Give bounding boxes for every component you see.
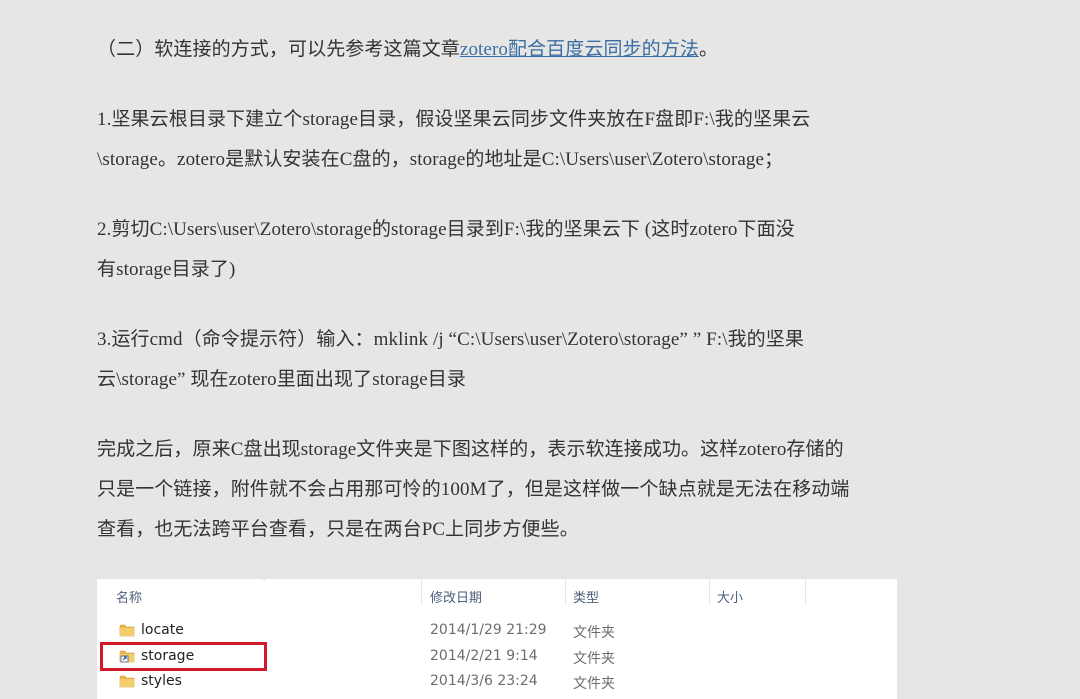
step-1-paragraph: 1.坚果云根目录下建立个storage目录，假设坚果云同步文件夹放在F盘即F:\… bbox=[97, 100, 897, 180]
step-3-paragraph: 3.运行cmd（命令提示符）输入：mklink /j “C:\Users\use… bbox=[97, 320, 897, 400]
file-type: 文件夹 bbox=[573, 676, 615, 692]
folder-icon bbox=[119, 675, 135, 688]
folder-icon bbox=[119, 624, 135, 637]
intro-suffix: 。 bbox=[698, 39, 719, 60]
column-divider[interactable] bbox=[805, 579, 806, 605]
column-divider[interactable] bbox=[709, 579, 710, 605]
step-2-paragraph: 2.剪切C:\Users\user\Zotero\storage的storage… bbox=[97, 210, 897, 290]
conclusion-line-1: 完成之后，原来C盘出现storage文件夹是下图这样的，表示软连接成功。这样zo… bbox=[97, 439, 844, 460]
file-name: locate bbox=[141, 622, 184, 638]
step-3-line-1: 3.运行cmd（命令提示符）输入：mklink /j “C:\Users\use… bbox=[97, 329, 804, 350]
conclusion-line-2: 只是一个链接，附件就不会占用那可怜的100M了，但是这样做一个缺点就是无法在移动… bbox=[97, 479, 850, 500]
file-modified: 2014/1/29 21:29 bbox=[430, 622, 547, 638]
file-row-styles[interactable]: styles 2014/3/6 23:24 文件夹 bbox=[97, 670, 897, 694]
column-type-header[interactable]: 类型 bbox=[573, 587, 599, 606]
step-2-line-2: 有storage目录了) bbox=[97, 259, 236, 280]
conclusion-paragraph: 完成之后，原来C盘出现storage文件夹是下图这样的，表示软连接成功。这样zo… bbox=[97, 430, 897, 550]
storage-highlight-box bbox=[100, 642, 267, 671]
explorer-screenshot: ˄ 名称 修改日期 类型 大小 locate 2014/1/29 21:29 文… bbox=[97, 579, 897, 699]
file-name: styles bbox=[141, 673, 182, 689]
step-1-line-1: 1.坚果云根目录下建立个storage目录，假设坚果云同步文件夹放在F盘即F:\… bbox=[97, 109, 811, 130]
column-divider[interactable] bbox=[421, 579, 422, 605]
file-modified: 2014/3/6 23:24 bbox=[430, 673, 538, 689]
file-modified: 2014/2/21 9:14 bbox=[430, 648, 538, 664]
file-row-locate[interactable]: locate 2014/1/29 21:29 文件夹 bbox=[97, 619, 897, 643]
column-name-header[interactable]: 名称 bbox=[116, 587, 142, 606]
file-type: 文件夹 bbox=[573, 625, 615, 641]
column-modified-header[interactable]: 修改日期 bbox=[430, 587, 482, 606]
step-2-line-1: 2.剪切C:\Users\user\Zotero\storage的storage… bbox=[97, 219, 795, 240]
conclusion-line-3: 查看，也无法跨平台查看，只是在两台PC上同步方便些。 bbox=[97, 519, 579, 540]
step-3-line-2: 云\storage” 现在zotero里面出现了storage目录 bbox=[97, 369, 466, 390]
step-1-line-2: \storage。zotero是默认安装在C盘的，storage的地址是C:\U… bbox=[97, 149, 784, 170]
file-type: 文件夹 bbox=[573, 651, 615, 667]
intro-prefix: （二）软连接的方式，可以先参考这篇文章 bbox=[97, 39, 460, 60]
intro-paragraph: （二）软连接的方式，可以先参考这篇文章zotero配合百度云同步的方法。 bbox=[97, 30, 897, 70]
reference-article-link[interactable]: zotero配合百度云同步的方法 bbox=[460, 39, 699, 60]
column-size-header[interactable]: 大小 bbox=[717, 587, 743, 606]
sort-ascending-icon: ˄ bbox=[261, 579, 266, 588]
explorer-column-header: ˄ 名称 修改日期 类型 大小 bbox=[97, 579, 897, 607]
column-divider[interactable] bbox=[565, 579, 566, 605]
